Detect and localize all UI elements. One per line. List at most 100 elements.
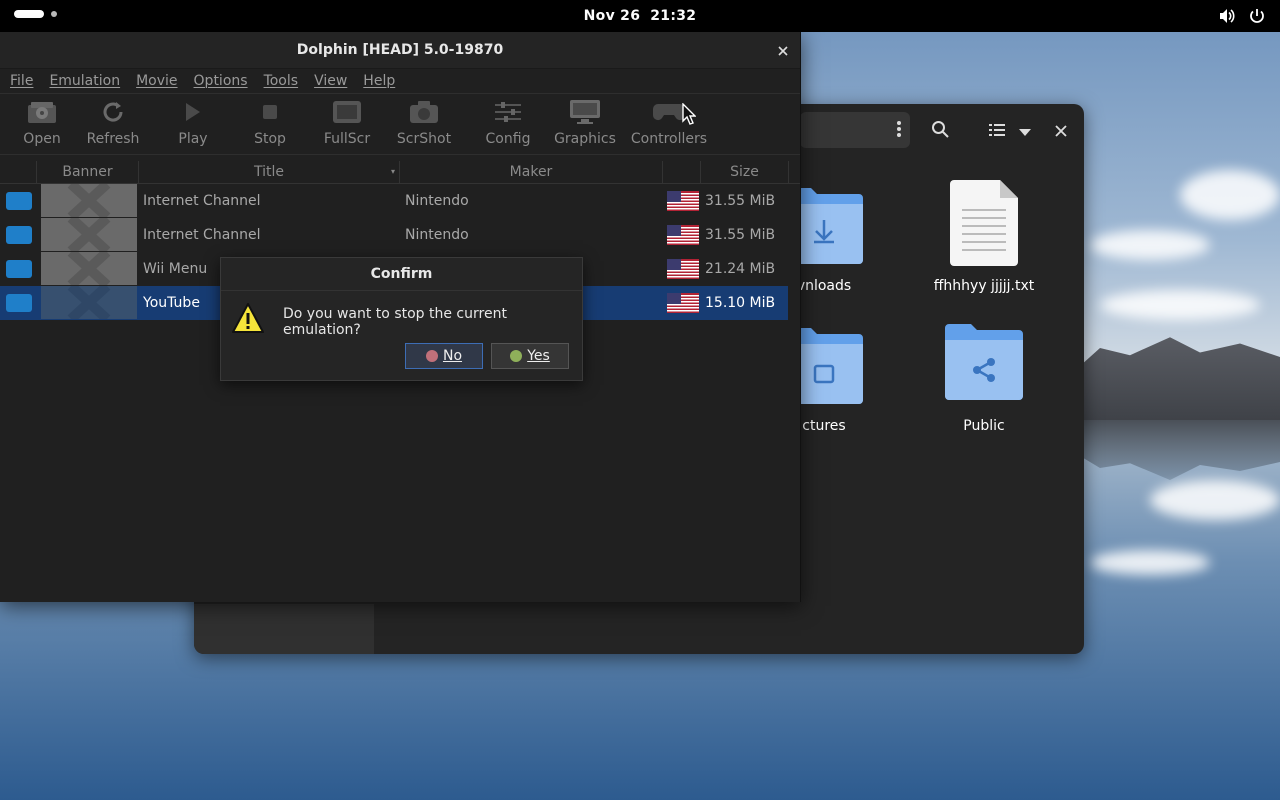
no-button[interactable]: No (405, 343, 483, 369)
power-icon (1248, 7, 1266, 29)
banner-placeholder-icon (41, 184, 137, 217)
window-title: Dolphin [HEAD] 5.0-19870 (296, 42, 504, 58)
config-label: Config (485, 131, 531, 147)
wii-platform-icon (6, 294, 32, 312)
menu-file[interactable]: File (6, 73, 37, 89)
activities-button[interactable] (14, 10, 57, 18)
wii-platform-icon (6, 226, 32, 244)
game-maker: Nintendo (405, 193, 469, 209)
game-size: 15.10 MiB (705, 295, 776, 311)
toolbar: Open Refresh Play Stop FullScr ScrShot C… (0, 94, 800, 155)
files-sidebar (194, 604, 374, 654)
screenshot-label: ScrShot (396, 131, 452, 147)
game-title: YouTube (143, 295, 200, 311)
mouse-cursor-icon (682, 102, 697, 129)
yes-icon (510, 350, 523, 362)
us-flag-icon (667, 191, 699, 211)
files-menu-button[interactable] (884, 116, 914, 146)
game-list-header: Banner Title ▾ Maker Size (0, 161, 800, 184)
close-icon (778, 41, 788, 60)
open-label: Open (23, 131, 61, 147)
open-button[interactable]: Open (18, 100, 66, 147)
column-banner[interactable]: Banner (37, 161, 139, 183)
workspace-indicator-active (14, 10, 44, 18)
public-folder-icon (924, 320, 1044, 410)
no-label: No (442, 348, 463, 364)
stop-button[interactable]: Stop (250, 100, 290, 147)
menu-movie[interactable]: Movie (132, 73, 181, 89)
game-size: 21.24 MiB (705, 261, 776, 277)
camera-icon (409, 100, 439, 128)
list-view-icon (989, 122, 1005, 141)
controllers-label: Controllers (630, 131, 708, 147)
yes-label: Yes (527, 348, 550, 364)
dialog-title: Confirm (221, 258, 582, 291)
confirm-dialog[interactable]: Confirm Do you want to stop the current … (220, 257, 583, 381)
stop-icon (260, 102, 280, 126)
controllers-button[interactable]: Controllers (630, 100, 708, 147)
top-bar: Nov 26 21:32 (0, 0, 1280, 32)
yes-button[interactable]: Yes (491, 343, 569, 369)
config-button[interactable]: Config (484, 100, 532, 147)
stop-label: Stop (254, 131, 286, 147)
menu-view[interactable]: View (310, 73, 351, 89)
clock-time: 21:32 (650, 8, 697, 24)
refresh-label: Refresh (86, 131, 140, 147)
file-item-text-file[interactable]: ffhhhyy jjjjj.txt (924, 180, 1044, 294)
files-close-button[interactable] (1046, 116, 1076, 146)
fullscreen-icon (332, 100, 362, 128)
screenshot-button[interactable]: ScrShot (396, 100, 452, 147)
gamepad-icon (652, 101, 686, 127)
volume-icon (1218, 7, 1236, 29)
menu-help[interactable]: Help (359, 73, 399, 89)
us-flag-icon (667, 293, 699, 313)
menu-bar: File Emulation Movie Options Tools View … (0, 69, 800, 94)
files-view-options-button[interactable] (1010, 116, 1040, 146)
monitor-icon (569, 99, 601, 129)
table-row[interactable]: Internet Channel Nintendo 31.55 MiB (0, 218, 800, 252)
dolphin-titlebar[interactable]: Dolphin [HEAD] 5.0-19870 (0, 32, 800, 69)
graphics-label: Graphics (554, 131, 616, 147)
fullscreen-button[interactable]: FullScr (322, 100, 372, 147)
files-view-list-button[interactable] (982, 116, 1012, 146)
game-maker: Nintendo (405, 227, 469, 243)
search-icon (931, 120, 949, 142)
files-search-button[interactable] (925, 116, 955, 146)
banner-placeholder-icon (41, 218, 137, 251)
close-icon (1055, 122, 1067, 141)
menu-tools[interactable]: Tools (260, 73, 303, 89)
file-item-public[interactable]: Public (924, 320, 1044, 434)
game-size: 31.55 MiB (705, 227, 776, 243)
play-button[interactable]: Play (174, 100, 212, 147)
no-icon (425, 350, 438, 362)
dialog-message: Do you want to stop the current emulatio… (283, 306, 507, 338)
warning-icon (231, 302, 265, 338)
system-menu[interactable] (1218, 7, 1266, 29)
column-title[interactable]: Title ▾ (139, 161, 400, 183)
column-maker[interactable]: Maker (400, 161, 663, 183)
game-title: Wii Menu (143, 261, 208, 277)
column-size[interactable]: Size (701, 161, 789, 183)
file-label: Public (963, 418, 1005, 434)
column-title-label: Title (253, 164, 284, 180)
banner-placeholder-icon (41, 252, 137, 285)
close-button[interactable] (778, 41, 788, 60)
open-disc-icon (27, 100, 57, 128)
kebab-menu-icon (896, 120, 902, 142)
chevron-down-icon (1019, 122, 1031, 141)
refresh-icon (100, 99, 126, 129)
menu-options[interactable]: Options (190, 73, 252, 89)
game-title: Internet Channel (143, 227, 261, 243)
wii-platform-icon (6, 260, 32, 278)
column-platform[interactable] (0, 161, 37, 183)
clock-date: Nov 26 (583, 8, 641, 24)
graphics-button[interactable]: Graphics (554, 100, 616, 147)
clock[interactable]: Nov 26 21:32 (584, 8, 697, 24)
fullscreen-label: FullScr (323, 131, 371, 147)
banner-placeholder-icon (41, 286, 137, 319)
table-row[interactable]: Internet Channel Nintendo 31.55 MiB (0, 184, 800, 218)
sliders-icon (493, 100, 523, 128)
refresh-button[interactable]: Refresh (84, 100, 142, 147)
column-region[interactable] (663, 161, 701, 183)
menu-emulation[interactable]: Emulation (45, 73, 124, 89)
